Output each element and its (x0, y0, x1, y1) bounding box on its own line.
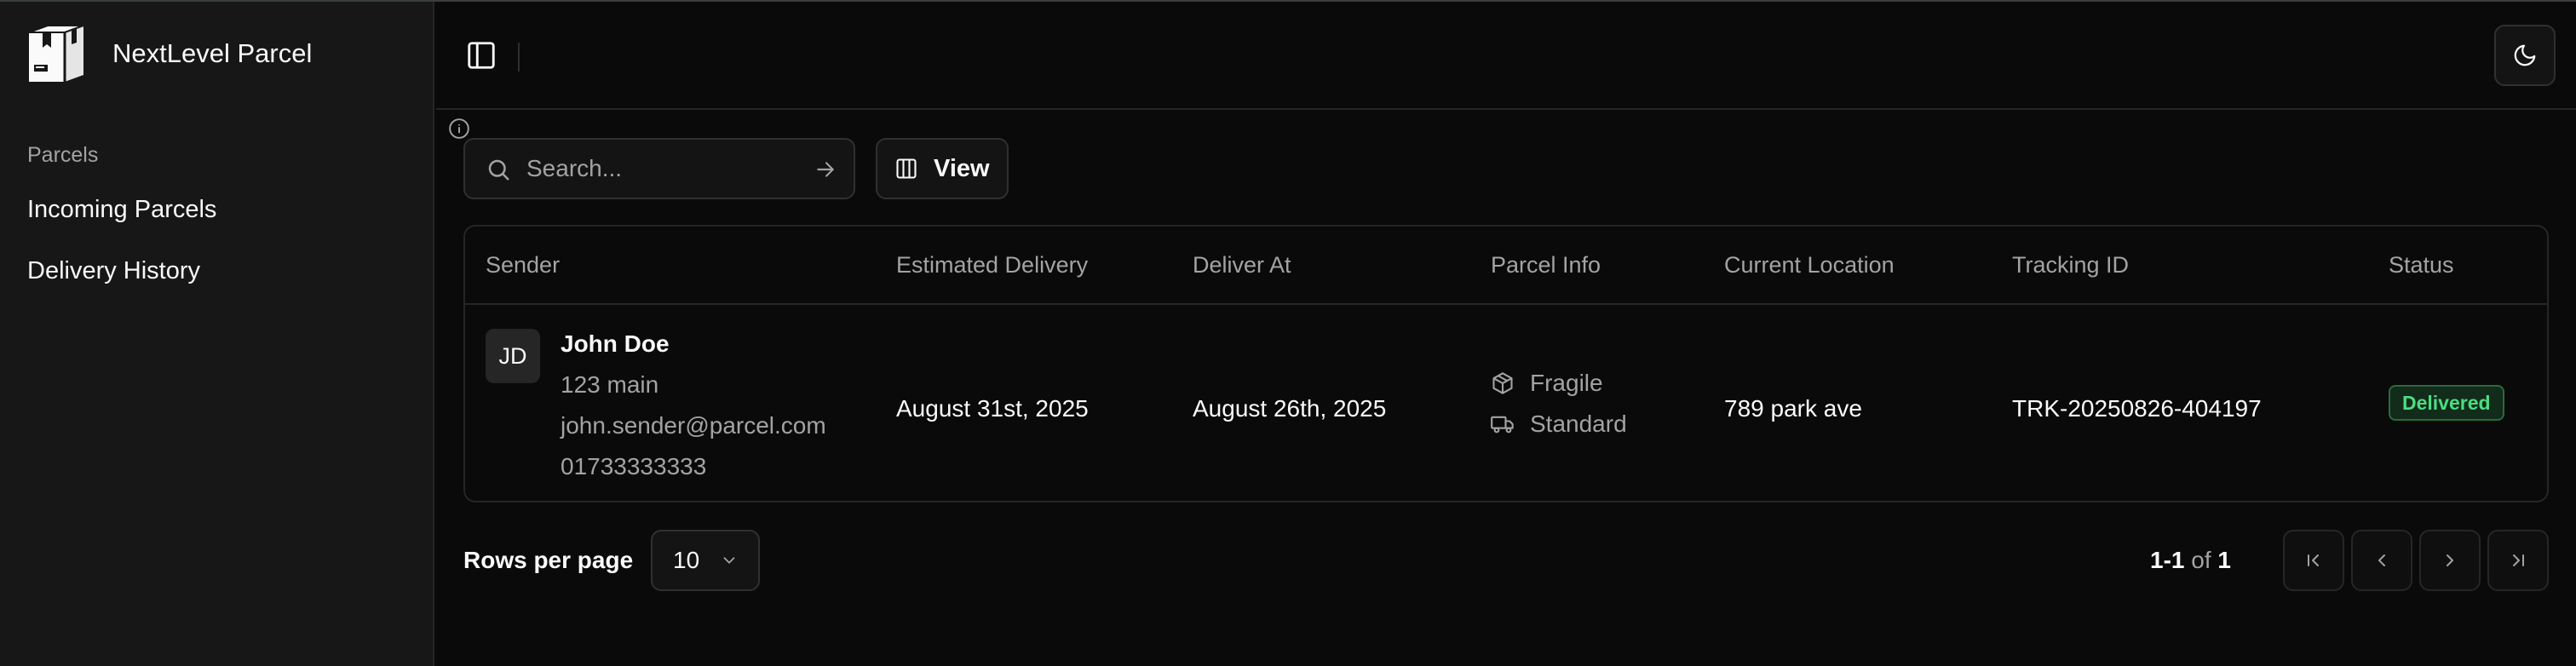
column-header-sender[interactable]: Sender (486, 252, 560, 278)
arrow-right-icon[interactable] (814, 158, 837, 181)
package-box-icon (28, 25, 84, 82)
page-range: 1-1 (2150, 547, 2185, 573)
column-header-deliver-at[interactable]: Deliver At (1193, 252, 1291, 278)
moon-icon (2514, 44, 2536, 66)
chevron-right-icon (2447, 554, 2453, 566)
package-icon (1492, 372, 1513, 394)
panel-left-icon[interactable] (465, 39, 497, 72)
page-total: 1 (2217, 547, 2231, 573)
last-page-button[interactable] (2487, 530, 2549, 591)
header-divider (518, 43, 520, 72)
app-root: NextLevel Parcel Parcels Incoming Parcel… (0, 0, 2576, 666)
search-icon (488, 159, 509, 181)
status-badge: Delivered (2389, 385, 2504, 421)
sidebar-item-delivery-history[interactable]: Delivery History (27, 257, 200, 285)
sidebar-item-incoming-parcels[interactable]: Incoming Parcels (27, 196, 216, 224)
search-box (463, 138, 855, 199)
table-header: Sender Estimated Delivery Deliver At Par… (465, 227, 2547, 305)
rows-per-page-label: Rows per page (463, 547, 634, 573)
shipping-type-label: Standard (1530, 411, 1627, 437)
estimated-delivery: August 31st, 2025 (896, 395, 1089, 422)
column-header-status[interactable]: Status (2389, 252, 2454, 278)
sender-name: John Doe (561, 330, 670, 357)
sender-address: 123 main (561, 371, 659, 398)
next-page-button[interactable] (2419, 530, 2481, 591)
view-button-label: View (934, 154, 990, 182)
table-row[interactable]: JD John Doe 123 main john.sender@parcel.… (465, 305, 2547, 501)
rows-per-page-value: 10 (673, 547, 700, 573)
theme-toggle-button[interactable] (2494, 25, 2556, 86)
deliver-at: August 26th, 2025 (1193, 395, 1387, 422)
sender-email: john.sender@parcel.com (561, 412, 826, 439)
first-page-button[interactable] (2283, 530, 2344, 591)
shipping-type: Standard (1491, 411, 1627, 438)
current-location: 789 park ave (1724, 395, 1862, 422)
top-header (436, 2, 2576, 110)
columns-icon (896, 158, 917, 179)
column-header-tracking-id[interactable]: Tracking ID (2012, 252, 2129, 278)
tracking-id: TRK-20250826-404197 (2012, 395, 2262, 422)
parcel-type: Fragile (1491, 370, 1603, 397)
chevrons-last-icon (2513, 554, 2524, 566)
chevron-down-icon (723, 557, 735, 564)
truck-icon (1491, 416, 1514, 433)
brand[interactable]: NextLevel Parcel (27, 24, 312, 83)
page-status: 1-1 of 1 (2150, 547, 2231, 574)
parcel-type-label: Fragile (1530, 370, 1603, 396)
chevrons-first-icon (2308, 554, 2319, 566)
column-header-current-location[interactable]: Current Location (1724, 252, 1895, 278)
page-of-label: of (2191, 547, 2211, 573)
info-icon[interactable] (448, 118, 470, 140)
brand-name: NextLevel Parcel (112, 38, 313, 68)
previous-page-button[interactable] (2351, 530, 2412, 591)
sidebar-group-label: Parcels (27, 143, 99, 167)
avatar: JD (486, 329, 540, 383)
column-header-parcel-info[interactable]: Parcel Info (1491, 252, 1601, 278)
rows-per-page-select[interactable]: 10 (651, 530, 760, 591)
sidebar: NextLevel Parcel Parcels Incoming Parcel… (0, 2, 434, 666)
sender-phone: 01733333333 (561, 453, 707, 479)
parcels-table: Sender Estimated Delivery Deliver At Par… (463, 225, 2549, 502)
chevron-left-icon (2378, 554, 2385, 566)
view-button[interactable]: View (876, 138, 1009, 199)
search-input[interactable] (526, 150, 782, 187)
column-header-estimated-delivery[interactable]: Estimated Delivery (896, 252, 1088, 278)
